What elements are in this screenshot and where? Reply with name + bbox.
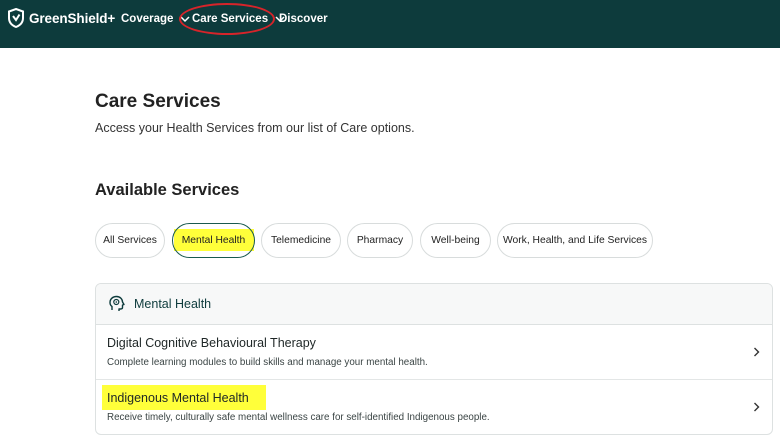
page-title: Care Services (95, 91, 221, 112)
head-brain-icon (109, 295, 125, 311)
filter-chip-mental-health[interactable]: Mental Health (172, 223, 255, 258)
brand-name: GreenShield+ (29, 10, 116, 26)
available-services-heading: Available Services (95, 181, 240, 199)
chevron-right-icon (754, 347, 760, 357)
shield-icon (8, 8, 24, 28)
filter-chip-work-health-life[interactable]: Work, Health, and Life Services (497, 223, 653, 258)
service-row-dcbt[interactable]: Digital Cognitive Behavioural Therapy Co… (96, 325, 772, 380)
nav-coverage-label: Coverage (121, 13, 174, 25)
filter-chip-telemedicine[interactable]: Telemedicine (261, 223, 341, 258)
brand-logo[interactable]: GreenShield+ (8, 8, 115, 28)
card-header: Mental Health (96, 284, 772, 325)
filter-chip-all-services[interactable]: All Services (95, 223, 165, 258)
page-subtitle: Access your Health Services from our lis… (95, 121, 415, 135)
annotation-circle (179, 3, 275, 35)
filter-chip-well-being[interactable]: Well-being (420, 223, 491, 258)
chevron-right-icon (754, 402, 760, 412)
filter-chip-pharmacy[interactable]: Pharmacy (347, 223, 413, 258)
nav-discover[interactable]: Discover (279, 12, 328, 26)
service-title: Digital Cognitive Behavioural Therapy (107, 336, 316, 350)
service-description: Complete learning modules to build skill… (107, 357, 428, 368)
service-title: Indigenous Mental Health (107, 391, 249, 405)
card-title: Mental Health (134, 297, 212, 311)
service-description: Receive timely, culturally safe mental w… (107, 412, 490, 423)
top-navigation-bar: GreenShield+ Coverage Care Services Disc… (0, 0, 780, 48)
nav-discover-label: Discover (279, 13, 328, 25)
mental-health-card: Mental Health Digital Cognitive Behaviou… (95, 283, 773, 435)
service-row-indigenous-mental-health[interactable]: Indigenous Mental Health Receive timely,… (96, 380, 772, 434)
